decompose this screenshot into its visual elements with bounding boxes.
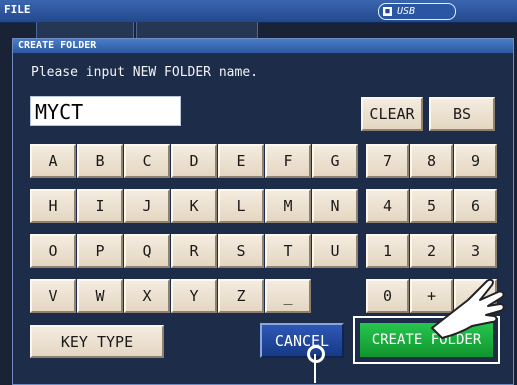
key-p[interactable]: P <box>77 234 123 268</box>
key-label: N <box>330 197 340 215</box>
key-label: C <box>142 152 152 170</box>
key-y[interactable]: Y <box>171 279 217 313</box>
key-label: D <box>189 152 199 170</box>
key-z[interactable]: Z <box>218 279 264 313</box>
bs-label: BS <box>452 105 472 123</box>
clear-label: CLEAR <box>369 105 415 123</box>
key-m[interactable]: M <box>265 189 311 223</box>
key-q[interactable]: Q <box>124 234 170 268</box>
key-label: J <box>142 197 152 215</box>
title-bar: FILE ■ USB <box>0 0 517 23</box>
cancel-label: CANCEL <box>274 331 330 350</box>
key-label: A <box>48 152 58 170</box>
screen-title: FILE <box>4 3 31 16</box>
key-type-label: KEY TYPE <box>60 332 134 351</box>
key-label: Y <box>189 287 199 305</box>
key-e[interactable]: E <box>218 144 264 178</box>
key-f[interactable]: F <box>265 144 311 178</box>
key-v[interactable]: V <box>30 279 76 313</box>
key-label: B <box>95 152 105 170</box>
key-r[interactable]: R <box>171 234 217 268</box>
key-type-button[interactable]: KEY TYPE <box>30 325 164 358</box>
key-c[interactable]: C <box>124 144 170 178</box>
key-label: 1 <box>382 242 393 260</box>
key-2[interactable]: 2 <box>410 234 453 268</box>
key-label: 5 <box>426 197 437 215</box>
key-label: H <box>48 197 58 215</box>
folder-name-input[interactable]: MYCT <box>30 96 181 126</box>
key-label: K <box>189 197 199 215</box>
key-label: T <box>283 242 293 260</box>
key-x[interactable]: X <box>124 279 170 313</box>
key-6[interactable]: 6 <box>454 189 497 223</box>
callout-dot <box>307 345 325 363</box>
key-label: E <box>236 152 246 170</box>
key-label: W <box>95 287 105 305</box>
key-label: 2 <box>426 242 437 260</box>
key-label: L <box>236 197 246 215</box>
clear-button[interactable]: CLEAR <box>361 97 423 131</box>
key-label: M <box>283 197 293 215</box>
key-o[interactable]: O <box>30 234 76 268</box>
key-underscore[interactable]: _ <box>265 279 311 313</box>
storage-label: USB <box>397 6 416 17</box>
key-s[interactable]: S <box>218 234 264 268</box>
key-1[interactable]: 1 <box>366 234 409 268</box>
key-label: Q <box>142 242 152 260</box>
prompt-text: Please input NEW FOLDER name. <box>31 65 258 80</box>
key-b[interactable]: B <box>77 144 123 178</box>
key-label: S <box>236 242 246 260</box>
storage-indicator: ■ USB <box>378 3 456 20</box>
key-h[interactable]: H <box>30 189 76 223</box>
key-4[interactable]: 4 <box>366 189 409 223</box>
key-label: X <box>142 287 152 305</box>
dialog-title-bar: CREATE FOLDER <box>13 39 513 53</box>
key-t[interactable]: T <box>265 234 311 268</box>
key-label: R <box>189 242 199 260</box>
key-label: F <box>283 152 293 170</box>
key-label: U <box>330 242 340 260</box>
cancel-button[interactable]: CANCEL <box>260 323 344 358</box>
key-label: Z <box>236 287 246 305</box>
key-7[interactable]: 7 <box>366 144 409 178</box>
key-n[interactable]: N <box>312 189 358 223</box>
key-label: 0 <box>382 287 393 305</box>
key-l[interactable]: L <box>218 189 264 223</box>
key-5[interactable]: 5 <box>410 189 453 223</box>
dialog-title: CREATE FOLDER <box>18 40 97 51</box>
key-label: O <box>48 242 58 260</box>
key-u[interactable]: U <box>312 234 358 268</box>
key-label: 4 <box>382 197 393 215</box>
key-d[interactable]: D <box>171 144 217 178</box>
key-k[interactable]: K <box>171 189 217 223</box>
key-label: V <box>48 287 58 305</box>
backspace-button[interactable]: BS <box>429 97 495 131</box>
key-3[interactable]: 3 <box>454 234 497 268</box>
key-label: 9 <box>470 152 481 170</box>
key-9[interactable]: 9 <box>454 144 497 178</box>
key-label: _ <box>283 287 293 305</box>
key-label: 3 <box>470 242 481 260</box>
key-label: G <box>330 152 340 170</box>
key-g[interactable]: G <box>312 144 358 178</box>
usb-drive-icon: ■ <box>383 7 392 16</box>
key-label: I <box>95 197 105 215</box>
key-label: 6 <box>470 197 481 215</box>
key-j[interactable]: J <box>124 189 170 223</box>
pointing-hand-icon <box>431 278 505 339</box>
key-label: 7 <box>382 152 393 170</box>
key-label: 8 <box>426 152 437 170</box>
key-8[interactable]: 8 <box>410 144 453 178</box>
key-w[interactable]: W <box>77 279 123 313</box>
key-0[interactable]: 0 <box>366 279 409 313</box>
key-i[interactable]: I <box>77 189 123 223</box>
key-a[interactable]: A <box>30 144 76 178</box>
key-label: P <box>95 242 105 260</box>
